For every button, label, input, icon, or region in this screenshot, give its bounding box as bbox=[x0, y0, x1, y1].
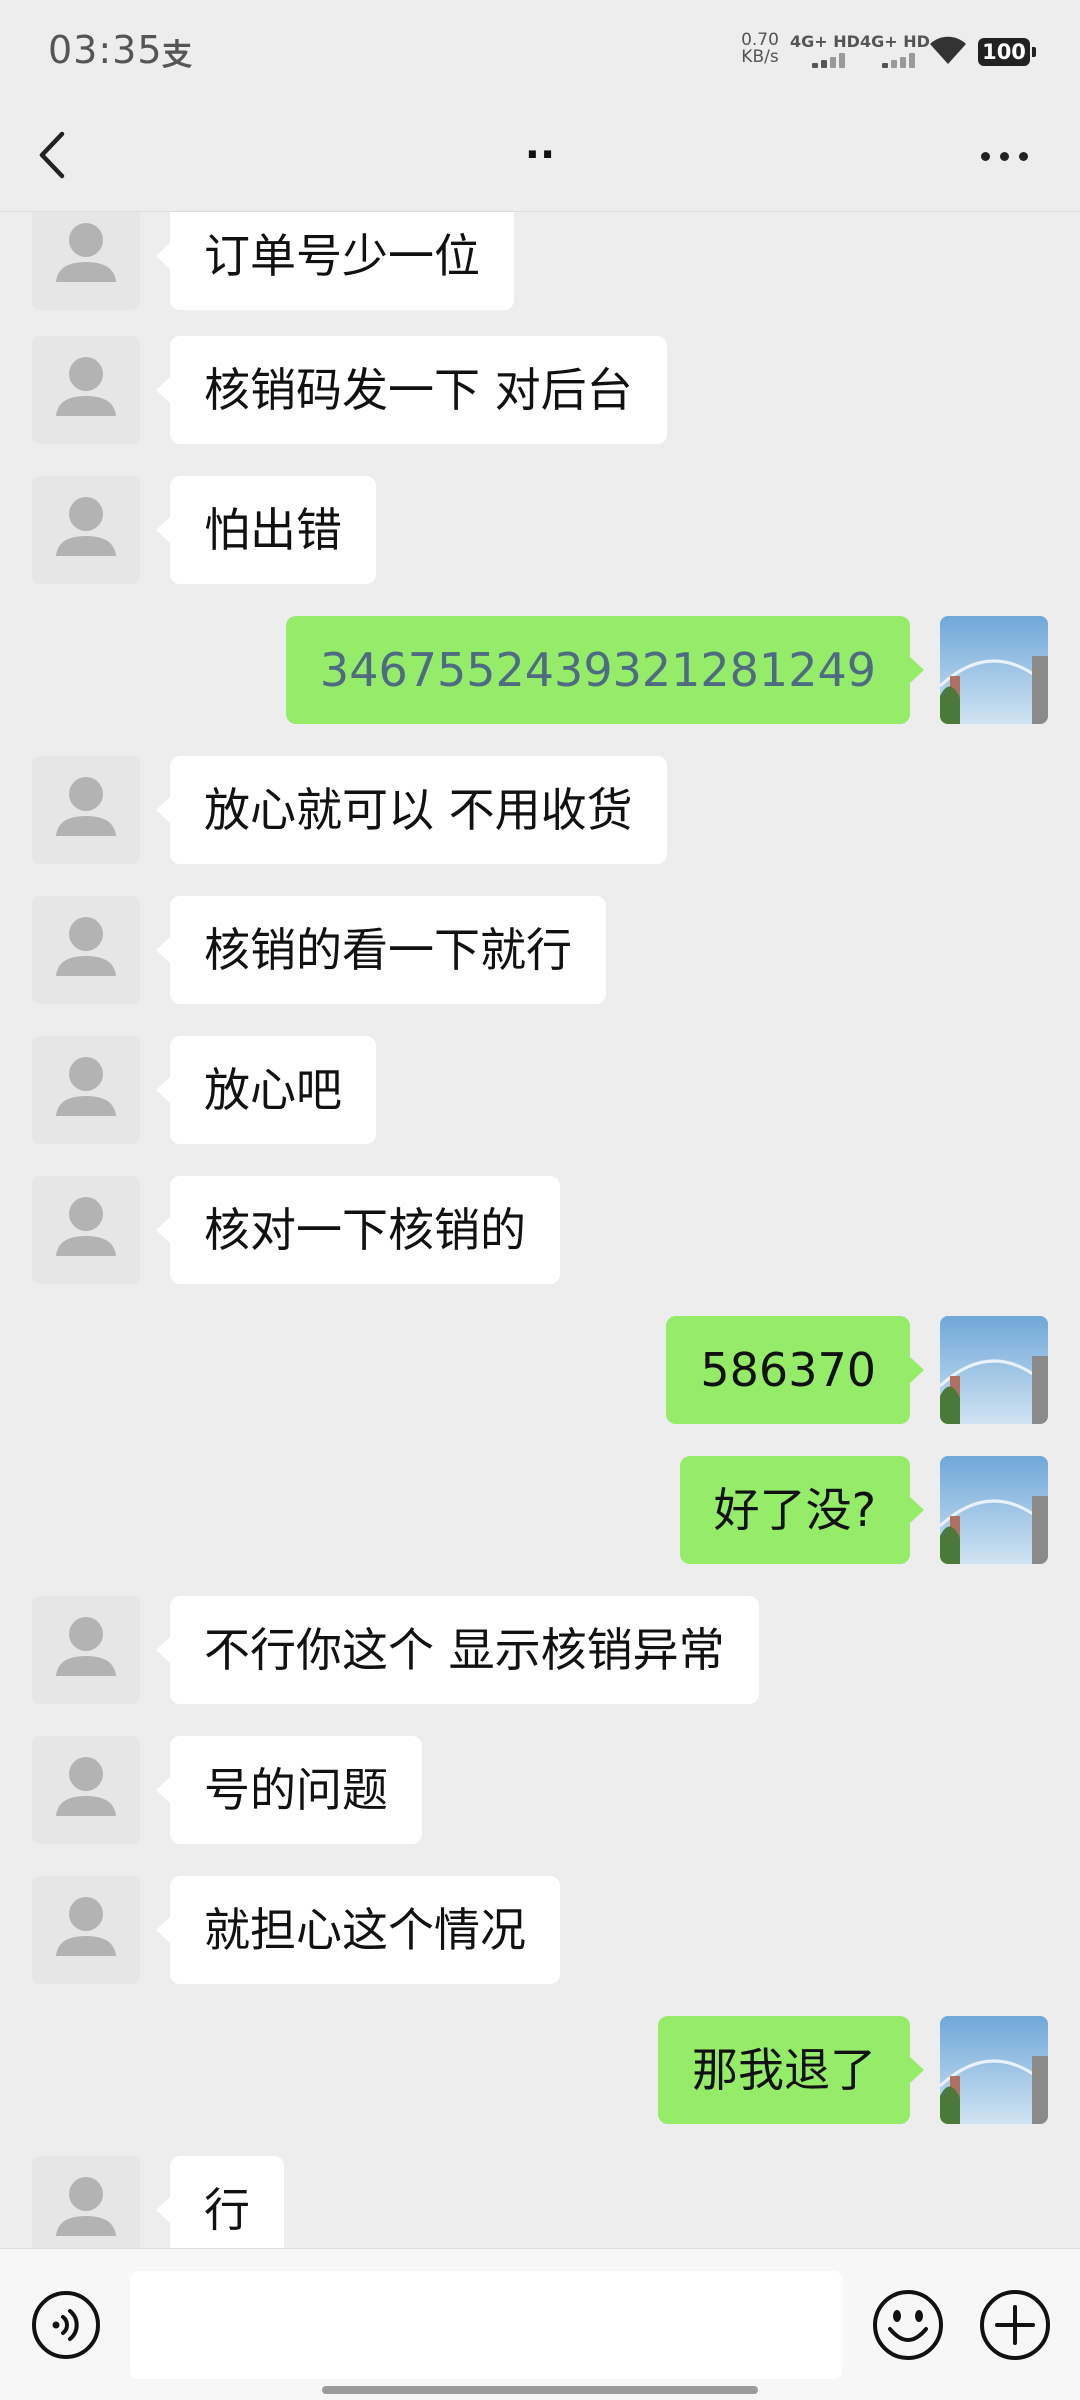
emoji-icon bbox=[873, 2290, 943, 2360]
message-row: 核销的看一下就行 bbox=[0, 896, 1080, 1004]
message-row: 怕出错 bbox=[0, 476, 1080, 584]
my-avatar[interactable] bbox=[940, 1316, 1048, 1424]
message-bubble-incoming[interactable]: 怕出错 bbox=[156, 476, 376, 584]
message-bubble-incoming[interactable]: 订单号少一位 bbox=[156, 212, 514, 310]
my-avatar[interactable] bbox=[940, 616, 1048, 724]
dot bbox=[981, 152, 990, 161]
network-speed: 0.70 KB/s bbox=[735, 32, 785, 66]
more-functions-button[interactable] bbox=[977, 2287, 1053, 2363]
plus-icon bbox=[980, 2290, 1050, 2360]
default-avatar-icon bbox=[56, 223, 116, 282]
message-row: 就担心这个情况 bbox=[0, 1876, 1080, 1984]
default-avatar-icon bbox=[56, 2177, 116, 2236]
message-row: 不行你这个 显示核销异常 bbox=[0, 1596, 1080, 1704]
message-bubble-incoming[interactable]: 不行你这个 显示核销异常 bbox=[156, 1596, 759, 1704]
message-row: 核对一下核销的 bbox=[0, 1176, 1080, 1284]
message-bubble-incoming[interactable]: 号的问题 bbox=[156, 1736, 422, 1844]
contact-avatar[interactable] bbox=[32, 1036, 140, 1144]
default-avatar-icon bbox=[56, 357, 116, 416]
voice-button[interactable] bbox=[30, 2289, 102, 2361]
message-bubble-outgoing[interactable]: 好了没? bbox=[679, 1456, 925, 1564]
message-row: 放心吧 bbox=[0, 1036, 1080, 1144]
sky-photo-avatar-icon bbox=[940, 2016, 1048, 2124]
default-avatar-icon bbox=[56, 917, 116, 976]
sky-photo-avatar-icon bbox=[940, 1316, 1048, 1424]
message-row: 号的问题 bbox=[0, 1736, 1080, 1844]
contact-avatar[interactable] bbox=[32, 2156, 140, 2248]
default-avatar-icon bbox=[56, 1617, 116, 1676]
signal-icon bbox=[812, 52, 852, 68]
default-avatar-icon bbox=[56, 1897, 116, 1956]
chat-title: .. bbox=[524, 122, 556, 168]
contact-avatar[interactable] bbox=[32, 1736, 140, 1844]
contact-avatar[interactable] bbox=[32, 476, 140, 584]
default-avatar-icon bbox=[56, 777, 116, 836]
message-bubble-outgoing[interactable]: 那我退了 bbox=[658, 2016, 924, 2124]
alipay-notification-icon: 支 bbox=[162, 38, 192, 73]
voice-icon bbox=[32, 2291, 100, 2359]
message-input[interactable] bbox=[130, 2271, 842, 2379]
message-bubble-incoming[interactable]: 就担心这个情况 bbox=[156, 1876, 560, 1984]
contact-avatar[interactable] bbox=[32, 756, 140, 864]
my-avatar[interactable] bbox=[940, 1456, 1048, 1564]
sky-photo-avatar-icon bbox=[940, 616, 1048, 724]
message-row: 行 bbox=[0, 2156, 1080, 2248]
message-row: 3467552439321281249 bbox=[0, 616, 1080, 724]
default-avatar-icon bbox=[56, 1197, 116, 1256]
wifi-icon bbox=[930, 36, 966, 64]
message-bubble-incoming[interactable]: 放心就可以 不用收货 bbox=[156, 756, 667, 864]
chat-header: .. bbox=[0, 100, 1080, 212]
message-row: 那我退了 bbox=[0, 2016, 1080, 2124]
status-bar: 03:35 支 0.70 KB/s 4G+ HD 4G+ HD 100 bbox=[0, 0, 1080, 100]
message-bubble-incoming[interactable]: 核对一下核销的 bbox=[156, 1176, 560, 1284]
dot bbox=[1019, 152, 1028, 161]
message-bubble-incoming[interactable]: 放心吧 bbox=[156, 1036, 376, 1144]
message-row: 核销码发一下 对后台 bbox=[0, 336, 1080, 444]
message-list[interactable]: 订单号少一位 核销码发一下 对后台 怕出错 346755243932128124… bbox=[0, 212, 1080, 2248]
default-avatar-icon bbox=[56, 1057, 116, 1116]
message-row: 好了没? bbox=[0, 1456, 1080, 1564]
network-speed-unit: KB/s bbox=[741, 47, 779, 67]
contact-avatar[interactable] bbox=[32, 1176, 140, 1284]
message-row: 放心就可以 不用收货 bbox=[0, 756, 1080, 864]
signal-icon bbox=[882, 52, 922, 68]
status-time: 03:35 bbox=[48, 28, 163, 72]
contact-avatar[interactable] bbox=[32, 1596, 140, 1704]
message-row: 586370 bbox=[0, 1316, 1080, 1424]
network-type-1: 4G+ HD bbox=[790, 32, 860, 51]
default-avatar-icon bbox=[56, 1757, 116, 1816]
message-bubble-outgoing[interactable]: 586370 bbox=[666, 1316, 924, 1424]
default-avatar-icon bbox=[56, 497, 116, 556]
more-button[interactable] bbox=[970, 120, 1040, 190]
chat-input-bar bbox=[0, 2248, 1080, 2400]
contact-avatar[interactable] bbox=[32, 896, 140, 1004]
message-bubble-incoming[interactable]: 核销的看一下就行 bbox=[156, 896, 606, 1004]
message-bubble-incoming[interactable]: 核销码发一下 对后台 bbox=[156, 336, 667, 444]
contact-avatar[interactable] bbox=[32, 212, 140, 310]
message-bubble-outgoing[interactable]: 3467552439321281249 bbox=[285, 616, 925, 724]
dot bbox=[1000, 152, 1009, 161]
sky-photo-avatar-icon bbox=[940, 1456, 1048, 1564]
message-bubble-incoming[interactable]: 行 bbox=[156, 2156, 284, 2248]
home-indicator[interactable] bbox=[322, 2386, 758, 2394]
my-avatar[interactable] bbox=[940, 2016, 1048, 2124]
emoji-button[interactable] bbox=[870, 2287, 946, 2363]
network-type-2: 4G+ HD bbox=[860, 32, 930, 51]
contact-avatar[interactable] bbox=[32, 336, 140, 444]
battery-icon: 100 bbox=[978, 38, 1036, 66]
contact-avatar[interactable] bbox=[32, 1876, 140, 1984]
message-row: 订单号少一位 bbox=[0, 212, 1080, 310]
